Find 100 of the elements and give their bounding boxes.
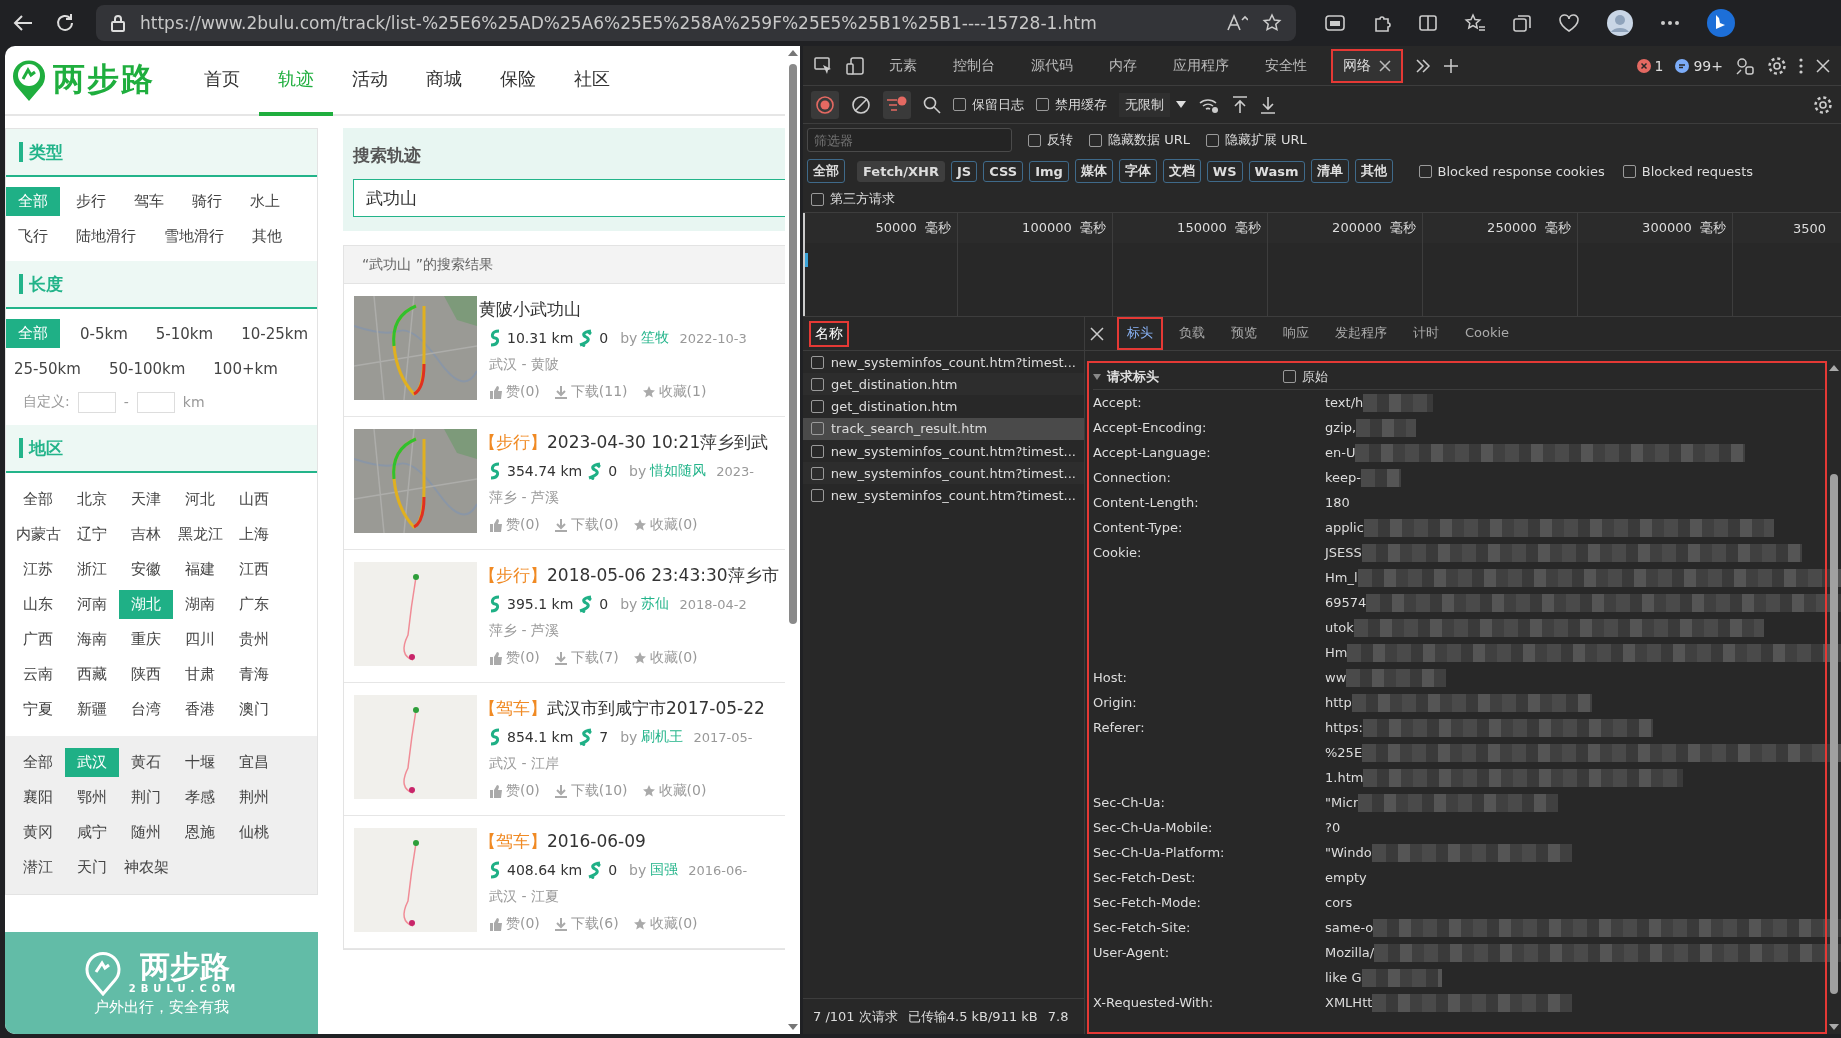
request-row[interactable]: get_distination.htm (803, 373, 1084, 396)
filter-option[interactable]: 黄石 (119, 748, 173, 777)
filter-option[interactable]: 北京 (65, 485, 119, 514)
download-icon[interactable] (1260, 95, 1276, 114)
device-icon[interactable] (845, 55, 865, 76)
add-icon[interactable] (1443, 57, 1459, 74)
filter-option[interactable]: 上海 (227, 520, 281, 549)
filter-option[interactable]: 江苏 (11, 555, 65, 584)
filter-option[interactable]: 雪地滑行 (152, 222, 236, 251)
filter-option[interactable]: 宁夏 (11, 695, 65, 724)
devtools-tab[interactable]: 源代码 (1019, 48, 1085, 83)
checkbox[interactable] (811, 192, 824, 206)
filter-option[interactable]: 香港 (173, 695, 227, 724)
filter-option[interactable]: 孝感 (173, 783, 227, 812)
filter-option[interactable]: 福建 (173, 555, 227, 584)
request-row[interactable]: new_systeminfos_count.htm?timest... (803, 440, 1084, 463)
detail-tab[interactable]: 负载 (1169, 317, 1215, 350)
favorites-icon[interactable] (1464, 13, 1486, 33)
checkbox[interactable] (1028, 133, 1041, 147)
filter-option[interactable]: 100+km (205, 354, 286, 383)
message-count[interactable]: 99+ (1693, 57, 1723, 74)
heart-pulse-icon[interactable] (1558, 13, 1580, 33)
filter-option[interactable]: 陕西 (119, 660, 173, 689)
detail-tab[interactable]: 计时 (1403, 317, 1449, 350)
address-bar[interactable]: https://www.2bulu.com/track/list-%25E6%25AD%25A6%25E5%258A%259F%25E5%25B1%25B1----15728-1.htm (96, 5, 1296, 41)
filter-option[interactable]: 澳门 (227, 695, 281, 724)
settings-icon[interactable] (1767, 55, 1787, 76)
avatar-icon[interactable] (1606, 9, 1634, 37)
track-title[interactable]: 武汉市到咸宁市2017-05-22 (547, 696, 765, 720)
detail-tab[interactable]: 标头 (1117, 317, 1163, 350)
read-aloud-icon[interactable] (1226, 14, 1248, 32)
filter-option[interactable]: 河北 (173, 485, 227, 514)
search-icon[interactable] (923, 95, 941, 114)
filter-option[interactable]: 青海 (227, 660, 281, 689)
nav-link[interactable]: 活动 (333, 46, 407, 116)
record-button[interactable] (811, 90, 839, 119)
filter-option[interactable]: 台湾 (119, 695, 173, 724)
checkbox[interactable] (811, 377, 824, 391)
filter-option[interactable]: 全部 (11, 748, 65, 777)
nav-link[interactable]: 保险 (481, 46, 555, 116)
filter-option[interactable]: 江西 (227, 555, 281, 584)
max-length-field[interactable] (136, 391, 175, 413)
filter-option[interactable]: 贵州 (227, 625, 281, 654)
filter-option[interactable]: 恩施 (173, 818, 227, 847)
filter-button[interactable] (883, 90, 911, 119)
more-tabs-icon[interactable] (1415, 58, 1431, 73)
split-screen-icon[interactable] (1418, 13, 1438, 33)
filter-option[interactable]: 0-5km (72, 319, 136, 348)
filter-option[interactable]: 海南 (65, 625, 119, 654)
filter-option[interactable]: 内蒙古 (11, 520, 65, 549)
request-row[interactable]: get_distination.htm (803, 395, 1084, 418)
dropdown-arrow-icon[interactable] (1176, 101, 1186, 108)
filter-field[interactable]: 筛选器 (807, 128, 1012, 152)
filter-option[interactable]: 重庆 (119, 625, 173, 654)
filter-option[interactable]: 仙桃 (227, 818, 281, 847)
refresh-icon[interactable] (54, 12, 76, 34)
filter-option[interactable]: 10-25km (233, 319, 317, 348)
scrollbar-thumb[interactable] (788, 64, 797, 624)
type-filter-chip[interactable]: CSS (983, 160, 1024, 182)
detail-tab[interactable]: 预览 (1221, 317, 1267, 350)
puzzle-icon[interactable] (1372, 13, 1392, 33)
settings-icon[interactable] (1813, 94, 1833, 115)
filter-option[interactable]: 神农架 (119, 853, 173, 882)
filter-option[interactable]: 步行 (64, 187, 118, 216)
filter-option[interactable]: 甘肃 (173, 660, 227, 689)
column-header[interactable]: 名称 (809, 320, 849, 347)
filter-option[interactable]: 鄂州 (65, 783, 119, 812)
filter-option[interactable]: 山东 (11, 590, 65, 619)
devtools-tab[interactable]: 安全性 (1253, 48, 1319, 83)
scroll-up-icon[interactable] (787, 50, 798, 56)
scroll-up-icon[interactable] (1829, 365, 1839, 371)
filter-option[interactable]: 黄冈 (11, 818, 65, 847)
more-icon[interactable] (1799, 57, 1803, 74)
checkbox[interactable] (1036, 98, 1049, 111)
filter-option[interactable]: 荆州 (227, 783, 281, 812)
close-icon[interactable] (1815, 57, 1831, 74)
filter-option[interactable]: 其他 (240, 222, 294, 251)
checkbox[interactable] (811, 355, 824, 369)
filter-option[interactable]: 宜昌 (227, 748, 281, 777)
devtools-tab[interactable]: 元素 (877, 48, 929, 83)
checkbox[interactable] (811, 444, 824, 458)
type-filter-chip[interactable]: Wasm (1248, 160, 1305, 182)
type-filter-chip[interactable]: 文档 (1162, 159, 1201, 183)
filter-option[interactable]: 陆地滑行 (64, 222, 148, 251)
collapse-triangle-icon[interactable] (1093, 372, 1101, 381)
type-filter-chip[interactable]: JS (951, 160, 978, 182)
filter-option[interactable]: 吉林 (119, 520, 173, 549)
checkbox[interactable] (1283, 370, 1296, 383)
checkbox[interactable] (1205, 133, 1219, 147)
type-filter-chip[interactable]: 媒体 (1074, 159, 1113, 183)
inspect-icon[interactable] (813, 55, 833, 76)
type-filter-chip[interactable]: 清单 (1310, 159, 1349, 183)
filter-option[interactable]: 浙江 (65, 555, 119, 584)
filter-option[interactable]: 25-50km (6, 354, 89, 383)
error-count[interactable]: 1 (1654, 57, 1664, 74)
nav-link[interactable]: 商城 (407, 46, 481, 116)
filter-option[interactable]: 四川 (173, 625, 227, 654)
upload-icon[interactable] (1232, 95, 1248, 114)
type-filter-chip[interactable]: 其他 (1354, 159, 1393, 183)
devtools-tab[interactable]: 网络 (1331, 48, 1403, 83)
